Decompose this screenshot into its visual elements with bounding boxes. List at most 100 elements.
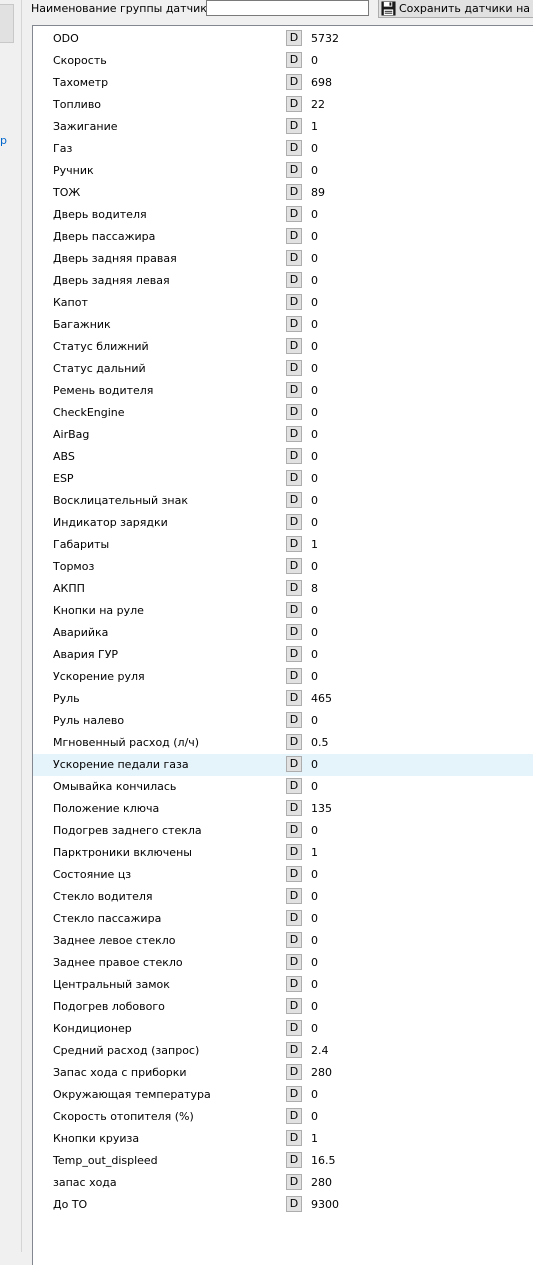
sensor-detail-button[interactable]: D bbox=[286, 1020, 302, 1036]
sensor-detail-button[interactable]: D bbox=[286, 910, 302, 926]
sensor-detail-button[interactable]: D bbox=[286, 492, 302, 508]
sensor-row[interactable]: Индикатор зарядки D 0 bbox=[33, 512, 533, 534]
sensor-row[interactable]: Состояние цз D 0 bbox=[33, 864, 533, 886]
sensor-row[interactable]: До ТО D 9300 bbox=[33, 1194, 533, 1216]
left-panel-button[interactable] bbox=[0, 4, 14, 43]
sensor-row[interactable]: Дверь пассажира D 0 bbox=[33, 226, 533, 248]
sensor-row[interactable]: Капот D 0 bbox=[33, 292, 533, 314]
sensor-row[interactable]: ТОЖ D 89 bbox=[33, 182, 533, 204]
sensor-detail-button[interactable]: D bbox=[286, 30, 302, 46]
sensor-detail-button[interactable]: D bbox=[286, 712, 302, 728]
sensor-detail-button[interactable]: D bbox=[286, 52, 302, 68]
sensor-detail-button[interactable]: D bbox=[286, 844, 302, 860]
sensor-row[interactable]: Подогрев заднего стекла D 0 bbox=[33, 820, 533, 842]
sensor-row[interactable]: Аварийка D 0 bbox=[33, 622, 533, 644]
sensor-detail-button[interactable]: D bbox=[286, 668, 302, 684]
sensor-detail-button[interactable]: D bbox=[286, 514, 302, 530]
sensor-row[interactable]: Газ D 0 bbox=[33, 138, 533, 160]
sensor-detail-button[interactable]: D bbox=[286, 470, 302, 486]
sensor-detail-button[interactable]: D bbox=[286, 734, 302, 750]
sensor-row[interactable]: Зажигание D 1 bbox=[33, 116, 533, 138]
sensor-row[interactable]: Багажник D 0 bbox=[33, 314, 533, 336]
sensor-row[interactable]: Парктроники включены D 1 bbox=[33, 842, 533, 864]
sensor-detail-button[interactable]: D bbox=[286, 162, 302, 178]
sensor-row[interactable]: Ускорение педали газа D 0 bbox=[33, 754, 533, 776]
sensor-row[interactable]: Кнопки круиза D 1 bbox=[33, 1128, 533, 1150]
sensor-detail-button[interactable]: D bbox=[286, 1152, 302, 1168]
sensor-row[interactable]: Центральный замок D 0 bbox=[33, 974, 533, 996]
sensor-row[interactable]: Запас хода с приборки D 280 bbox=[33, 1062, 533, 1084]
sensor-detail-button[interactable]: D bbox=[286, 404, 302, 420]
sensor-row[interactable]: AirBag D 0 bbox=[33, 424, 533, 446]
sensor-detail-button[interactable]: D bbox=[286, 206, 302, 222]
sensor-row[interactable]: Восклицательный знак D 0 bbox=[33, 490, 533, 512]
sensor-row[interactable]: Кондиционер D 0 bbox=[33, 1018, 533, 1040]
sensor-row[interactable]: Габариты D 1 bbox=[33, 534, 533, 556]
sensor-detail-button[interactable]: D bbox=[286, 426, 302, 442]
sensor-detail-button[interactable]: D bbox=[286, 580, 302, 596]
sensor-row[interactable]: Мгновенный расход (л/ч) D 0.5 bbox=[33, 732, 533, 754]
sensor-row[interactable]: Топливо D 22 bbox=[33, 94, 533, 116]
panel-splitter[interactable] bbox=[21, 0, 22, 1252]
save-sensors-button[interactable]: Сохранить датчики на ус bbox=[378, 0, 533, 18]
sensor-detail-button[interactable]: D bbox=[286, 360, 302, 376]
group-name-input[interactable] bbox=[206, 0, 369, 16]
sensor-detail-button[interactable]: D bbox=[286, 250, 302, 266]
sensor-detail-button[interactable]: D bbox=[286, 1108, 302, 1124]
sensor-detail-button[interactable]: D bbox=[286, 118, 302, 134]
sensor-row[interactable]: Положение ключа D 135 bbox=[33, 798, 533, 820]
sensor-detail-button[interactable]: D bbox=[286, 954, 302, 970]
sensor-detail-button[interactable]: D bbox=[286, 1196, 302, 1212]
sensor-row[interactable]: Дверь задняя правая D 0 bbox=[33, 248, 533, 270]
sensor-detail-button[interactable]: D bbox=[286, 646, 302, 662]
sensor-row[interactable]: Статус дальний D 0 bbox=[33, 358, 533, 380]
sensor-detail-button[interactable]: D bbox=[286, 800, 302, 816]
sensor-row[interactable]: Статус ближний D 0 bbox=[33, 336, 533, 358]
sensor-row[interactable]: CheckEngine D 0 bbox=[33, 402, 533, 424]
sensor-row[interactable]: Ручник D 0 bbox=[33, 160, 533, 182]
sensor-detail-button[interactable]: D bbox=[286, 184, 302, 200]
sensor-detail-button[interactable]: D bbox=[286, 976, 302, 992]
sensor-detail-button[interactable]: D bbox=[286, 140, 302, 156]
sensor-row[interactable]: Скорость отопителя (%) D 0 bbox=[33, 1106, 533, 1128]
sensor-detail-button[interactable]: D bbox=[286, 998, 302, 1014]
sensor-row[interactable]: ODO D 5732 bbox=[33, 28, 533, 50]
sensor-detail-button[interactable]: D bbox=[286, 624, 302, 640]
sensor-row[interactable]: Заднее правое стекло D 0 bbox=[33, 952, 533, 974]
sensor-detail-button[interactable]: D bbox=[286, 338, 302, 354]
sensor-detail-button[interactable]: D bbox=[286, 1042, 302, 1058]
sensor-detail-button[interactable]: D bbox=[286, 1174, 302, 1190]
left-panel-link[interactable]: р bbox=[0, 135, 7, 147]
sensor-detail-button[interactable]: D bbox=[286, 74, 302, 90]
sensor-detail-button[interactable]: D bbox=[286, 888, 302, 904]
sensor-row[interactable]: Стекло водителя D 0 bbox=[33, 886, 533, 908]
sensor-row[interactable]: Стекло пассажира D 0 bbox=[33, 908, 533, 930]
sensor-detail-button[interactable]: D bbox=[286, 1086, 302, 1102]
sensor-row[interactable]: Тормоз D 0 bbox=[33, 556, 533, 578]
sensor-row[interactable]: Скорость D 0 bbox=[33, 50, 533, 72]
sensor-detail-button[interactable]: D bbox=[286, 866, 302, 882]
sensor-detail-button[interactable]: D bbox=[286, 778, 302, 794]
sensor-detail-button[interactable]: D bbox=[286, 822, 302, 838]
sensor-row[interactable]: Омывайка кончилась D 0 bbox=[33, 776, 533, 798]
sensor-detail-button[interactable]: D bbox=[286, 558, 302, 574]
sensor-detail-button[interactable]: D bbox=[286, 756, 302, 772]
sensor-row[interactable]: ABS D 0 bbox=[33, 446, 533, 468]
sensor-row[interactable]: Ремень водителя D 0 bbox=[33, 380, 533, 402]
sensor-detail-button[interactable]: D bbox=[286, 1130, 302, 1146]
sensor-detail-button[interactable]: D bbox=[286, 1064, 302, 1080]
sensor-detail-button[interactable]: D bbox=[286, 602, 302, 618]
sensor-row[interactable]: Окружающая температура D 0 bbox=[33, 1084, 533, 1106]
sensor-row[interactable]: ESP D 0 bbox=[33, 468, 533, 490]
sensor-detail-button[interactable]: D bbox=[286, 536, 302, 552]
sensor-row[interactable]: Руль налево D 0 bbox=[33, 710, 533, 732]
sensor-detail-button[interactable]: D bbox=[286, 932, 302, 948]
sensor-row[interactable]: Заднее левое стекло D 0 bbox=[33, 930, 533, 952]
sensor-row[interactable]: Руль D 465 bbox=[33, 688, 533, 710]
sensor-row[interactable]: Тахометр D 698 bbox=[33, 72, 533, 94]
sensor-row[interactable]: Дверь задняя левая D 0 bbox=[33, 270, 533, 292]
sensor-detail-button[interactable]: D bbox=[286, 294, 302, 310]
sensor-row[interactable]: Ускорение руля D 0 bbox=[33, 666, 533, 688]
sensor-detail-button[interactable]: D bbox=[286, 382, 302, 398]
sensor-row[interactable]: Temp_out_displeed D 16.5 bbox=[33, 1150, 533, 1172]
